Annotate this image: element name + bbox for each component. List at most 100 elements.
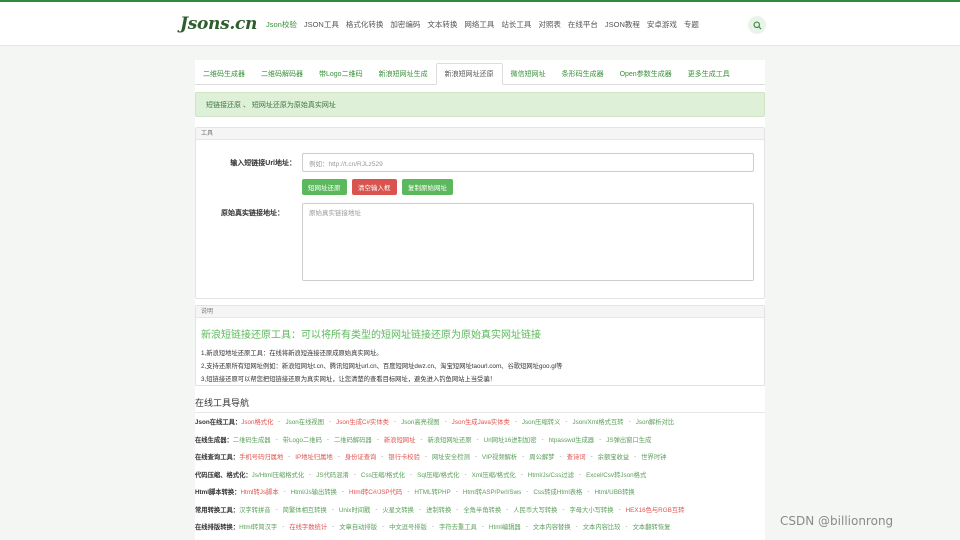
separator: - (575, 523, 578, 531)
separator: - (559, 453, 562, 461)
tool-nav-link[interactable]: Css转成Html表格 (533, 487, 582, 496)
tool-nav-link[interactable]: 在线字数统计 (289, 522, 327, 531)
separator: - (283, 488, 286, 496)
tool-nav-link[interactable]: VIP视频解析 (482, 452, 517, 461)
tab-wechat-short-url[interactable]: 微信短网址 (503, 63, 554, 85)
tool-nav-link[interactable]: Json格式化 (241, 417, 273, 426)
nav-item-online-platform[interactable]: 在线平台 (568, 19, 598, 30)
nav-item-reference[interactable]: 对照表 (538, 19, 561, 30)
tool-nav-link[interactable]: JS弹出窗口生成 (606, 435, 651, 444)
nav-item-android-games[interactable]: 安卓游戏 (647, 19, 677, 30)
tool-nav-link[interactable]: 进制转换 (426, 505, 451, 514)
tab-logo-qrcode[interactable]: 带Logo二维码 (311, 63, 371, 85)
tool-nav-link[interactable]: Json压缩转义 (522, 417, 561, 426)
clear-input-button[interactable]: 清空输入框 (352, 179, 397, 195)
separator: - (410, 470, 413, 478)
tool-nav-link[interactable]: Html转Js脚本 (240, 487, 278, 496)
tool-nav-row: 在线排版转换： Html转简汉字 - 在线字数统计 - 文章自动排版 - 中文逗号排版 - 字符去… (195, 518, 765, 536)
tool-nav-link[interactable]: 文本内容替换 (533, 522, 571, 531)
tool-nav-link[interactable]: 字母大小写转换 (569, 505, 613, 514)
tool-nav-link[interactable]: 人民币大写转换 (513, 505, 557, 514)
nav-item-topics[interactable]: 专题 (684, 19, 699, 30)
tool-nav-link[interactable]: 新浪短网址 (384, 435, 415, 444)
tool-nav-link[interactable]: Unix时间戳 (339, 505, 371, 514)
tool-nav-link[interactable]: Html/Js输出转换 (291, 487, 337, 496)
nav-item-json-check[interactable]: Json校验 (266, 19, 297, 30)
separator: - (599, 435, 602, 443)
description-heading: 新浪短链接还原工具：可以将所有类型的短网址链接还原为原始真实网址链接 (201, 330, 541, 341)
tab-barcode-generator[interactable]: 条形码生成器 (554, 63, 612, 85)
tool-nav-link[interactable]: 文本内容比较 (583, 522, 621, 531)
tool-nav-link[interactable]: 银行卡校验 (388, 452, 419, 461)
tool-nav-link[interactable]: Excel/Csv转Json格式 (586, 470, 646, 479)
tool-nav-link[interactable]: 带Logo二维码 (283, 435, 322, 444)
tool-nav-link[interactable]: Html/UBB转换 (594, 487, 634, 496)
site-header: Jsons.cn Json校验 JSON工具 格式化转换 加密编码 文本转换 网… (0, 2, 960, 46)
tool-nav-link[interactable]: 文本翻转恢复 (633, 522, 671, 531)
tool-nav-link[interactable]: IP地址归属地 (295, 452, 332, 461)
tool-nav-link[interactable]: 字符去重工具 (439, 522, 477, 531)
tool-nav-link[interactable]: 火星文转换 (382, 505, 413, 514)
original-url-output[interactable]: 原始真实链接地址 (302, 203, 754, 281)
short-url-input[interactable]: 例如：http://t.cn/RJLz529 (302, 153, 754, 172)
nav-item-format-convert[interactable]: 格式化转换 (346, 19, 384, 30)
tool-nav-link[interactable]: htpasswd生成器 (549, 435, 595, 444)
tool-nav-link[interactable]: 汉字转拼音 (239, 505, 270, 514)
nav-item-network-tools[interactable]: 网络工具 (464, 19, 494, 30)
tool-nav-link[interactable]: 二维码解码器 (334, 435, 372, 444)
nav-item-webmaster-tools[interactable]: 站长工具 (501, 19, 531, 30)
tool-nav-link[interactable]: 全角半角转换 (463, 505, 501, 514)
tool-nav-link[interactable]: 新浪短网址还原 (427, 435, 471, 444)
tool-nav-link[interactable]: Json解析对比 (636, 417, 675, 426)
tool-nav-link[interactable]: 查诗词 (567, 452, 586, 461)
tool-nav-link[interactable]: Css压缩/格式化 (361, 470, 405, 479)
tool-nav-link[interactable]: 网址安全检测 (432, 452, 470, 461)
separator: - (625, 523, 628, 531)
tab-qrcode-generator[interactable]: 二维码生成器 (195, 63, 253, 85)
tool-nav-link[interactable]: 余额宝收益 (598, 452, 629, 461)
tool-nav-link[interactable]: 文章自动排版 (339, 522, 377, 531)
tab-sina-short-url[interactable]: 新浪短网址生成 (371, 63, 436, 85)
tool-nav-link[interactable]: 二维码生成器 (233, 435, 271, 444)
tool-nav-link[interactable]: Html转C#/JSP代码 (349, 487, 402, 496)
tool-nav-link[interactable]: Json高亮视图 (401, 417, 440, 426)
site-logo[interactable]: Jsons.cn (180, 14, 257, 34)
tool-nav-link[interactable]: 世界时钟 (641, 452, 666, 461)
nav-item-json-tutorial[interactable]: JSON教程 (605, 19, 640, 30)
tool-nav-link[interactable]: HEX16色与RGB互转 (626, 505, 685, 514)
tool-nav-link[interactable]: 手机号码归属地 (239, 452, 283, 461)
tool-nav-link[interactable]: Js/Html压缩格式化 (252, 470, 304, 479)
tab-sina-url-restore[interactable]: 新浪短网址还原 (435, 63, 503, 85)
tool-nav-row-label: Html脚本转换： (195, 489, 241, 497)
nav-item-text-convert[interactable]: 文本转换 (427, 19, 457, 30)
tool-nav-link[interactable]: 身份证查询 (345, 452, 376, 461)
tool-nav-link[interactable]: Html/Js/Css过滤 (528, 470, 574, 479)
tab-qrcode-decoder[interactable]: 二维码解码器 (253, 63, 311, 85)
restore-button[interactable]: 短网址还原 (302, 179, 347, 195)
tool-nav-link[interactable]: Sql压缩/格式化 (417, 470, 459, 479)
separator: - (337, 453, 340, 461)
separator: - (418, 505, 422, 513)
copy-url-button[interactable]: 复制原始网址 (402, 179, 453, 195)
search-button[interactable] (748, 16, 766, 34)
tool-nav-link[interactable]: Html转ASP/Perl/Sws (463, 487, 521, 496)
nav-item-json-tools[interactable]: JSON工具 (304, 19, 339, 30)
tool-nav-link[interactable]: JS代码混淆 (316, 470, 349, 479)
tab-more-tools[interactable]: 更多生成工具 (680, 63, 738, 85)
tool-nav-link[interactable]: 周公解梦 (529, 452, 554, 461)
tab-open-param-generator[interactable]: Open参数生成器 (612, 63, 680, 85)
description-panel: 说明 新浪短链接还原工具：可以将所有类型的短网址链接还原为原始真实网址链接 1,… (195, 305, 765, 386)
tool-nav-link[interactable]: 简繁体相互转换 (283, 505, 327, 514)
nav-item-encrypt[interactable]: 加密编码 (390, 19, 420, 30)
tool-nav-link[interactable]: HTML转PHP (414, 487, 450, 496)
tool-nav-link[interactable]: Json生成Java实体类 (452, 417, 510, 426)
tool-nav-link[interactable]: Html转简汉字 (239, 522, 277, 531)
tool-nav-link[interactable]: Html编辑器 (489, 522, 521, 531)
tool-nav-link[interactable]: Json生成C#实体类 (336, 417, 389, 426)
tool-nav-link[interactable]: Json/Xml格式互转 (572, 417, 623, 426)
tool-nav-link[interactable]: Json在线视图 (286, 417, 325, 426)
info-alert: 短链接还原 、 短网址还原为原始真实网址 (195, 92, 765, 117)
tool-nav-link[interactable]: Url网址16进制加密 (484, 435, 537, 444)
tool-nav-link[interactable]: Xml压缩/格式化 (472, 470, 516, 479)
tool-nav-link[interactable]: 中文逗号排版 (389, 522, 427, 531)
